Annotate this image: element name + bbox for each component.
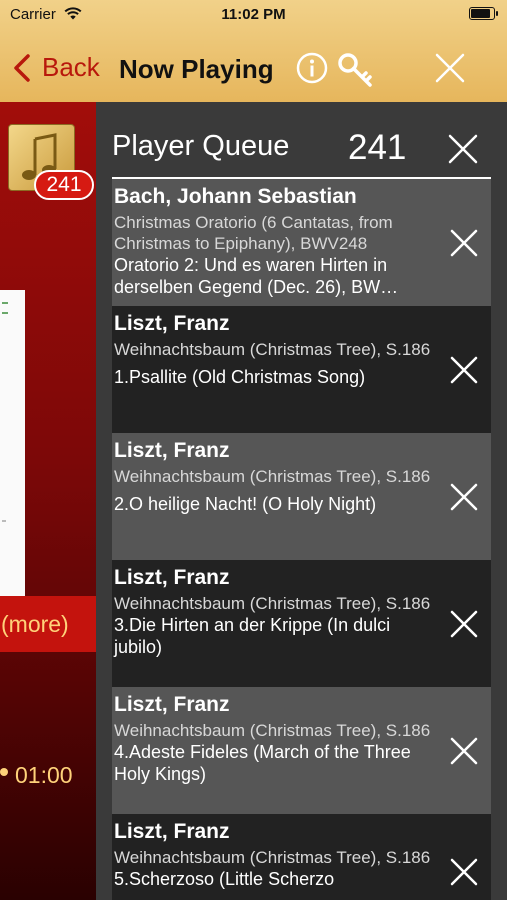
work-title: Weihnachtsbaum (Christmas Tree), S.186 xyxy=(114,848,431,867)
remove-item-icon[interactable] xyxy=(449,736,479,771)
info-icon[interactable] xyxy=(296,52,328,89)
movement-title: 3.Die Hirten an der Krippe (In dulci jub… xyxy=(114,615,391,657)
more-button[interactable]: (more) xyxy=(0,596,96,652)
remove-item-icon[interactable] xyxy=(449,609,479,644)
page-title: Now Playing xyxy=(119,54,274,84)
battery-icon xyxy=(469,7,498,20)
close-queue-icon[interactable] xyxy=(448,134,478,169)
queue-count: 241 xyxy=(348,128,407,167)
queue-item[interactable]: Liszt, Franz Weihnachtsbaum (Christmas T… xyxy=(112,560,491,687)
queue-item[interactable]: Liszt, Franz Weihnachtsbaum (Christmas T… xyxy=(112,814,491,900)
composer-name: Liszt, Franz xyxy=(114,566,230,589)
queue-item[interactable]: Liszt, Franz Weihnachtsbaum (Christmas T… xyxy=(112,687,491,814)
composer-name: Bach, Johann Sebastian xyxy=(114,185,357,208)
queue-item[interactable]: Bach, Johann Sebastian Christmas Oratori… xyxy=(112,179,491,306)
chevron-left-icon xyxy=(14,53,30,82)
work-title: Weihnachtsbaum (Christmas Tree), S.186 xyxy=(114,467,431,486)
work-title: Weihnachtsbaum (Christmas Tree), S.186 xyxy=(114,721,431,740)
queue-title: Player Queue xyxy=(112,130,290,162)
work-title: Weihnachtsbaum (Christmas Tree), S.186 xyxy=(114,340,431,359)
movement-title: 4.Adeste Fideles (March of the Three Hol… xyxy=(114,742,411,784)
composer-name: Liszt, Franz xyxy=(114,312,230,335)
close-icon[interactable] xyxy=(434,52,466,89)
score-preview[interactable] xyxy=(0,290,25,596)
movement-title: 1.Psallite (Old Christmas Song) xyxy=(114,367,366,387)
queue-count-badge: 241 xyxy=(34,170,94,200)
clock: 11:02 PM xyxy=(221,6,286,23)
queue-item[interactable]: Liszt, Franz Weihnachtsbaum (Christmas T… xyxy=(112,306,491,433)
work-title: Weihnachtsbaum (Christmas Tree), S.186 xyxy=(114,594,431,613)
remove-item-icon[interactable] xyxy=(449,228,479,263)
queue-item[interactable]: Liszt, Franz Weihnachtsbaum (Christmas T… xyxy=(112,433,491,560)
key-icon[interactable] xyxy=(337,52,375,93)
player-queue-panel: Player Queue 241 Bach, Johann Sebastian … xyxy=(96,102,507,900)
work-title: Christmas Oratorio (6 Cantatas, from Chr… xyxy=(114,213,393,253)
now-playing-background: 241 (more) 01:00 xyxy=(0,102,96,900)
remove-item-icon[interactable] xyxy=(449,355,479,390)
movement-title: 5.Scherzoso (Little Scherzo xyxy=(114,869,335,889)
elapsed-time: 01:00 xyxy=(15,762,73,788)
back-label: Back xyxy=(42,52,100,82)
movement-title: 2.O heilige Nacht! (O Holy Night) xyxy=(114,494,377,514)
remove-item-icon[interactable] xyxy=(449,482,479,517)
remove-item-icon[interactable] xyxy=(449,857,479,892)
top-header: Carrier 11:02 PM Back Now Playing xyxy=(0,0,507,102)
composer-name: Liszt, Franz xyxy=(114,439,230,462)
composer-name: Liszt, Franz xyxy=(114,693,230,716)
navigation-bar: Back Now Playing xyxy=(0,44,507,94)
composer-name: Liszt, Franz xyxy=(114,820,230,843)
playback-position-indicator[interactable] xyxy=(0,768,8,776)
movement-title: Oratorio 2: Und es waren Hirten in derse… xyxy=(114,255,399,297)
status-bar: Carrier 11:02 PM xyxy=(0,6,507,24)
back-button[interactable]: Back xyxy=(12,52,100,83)
